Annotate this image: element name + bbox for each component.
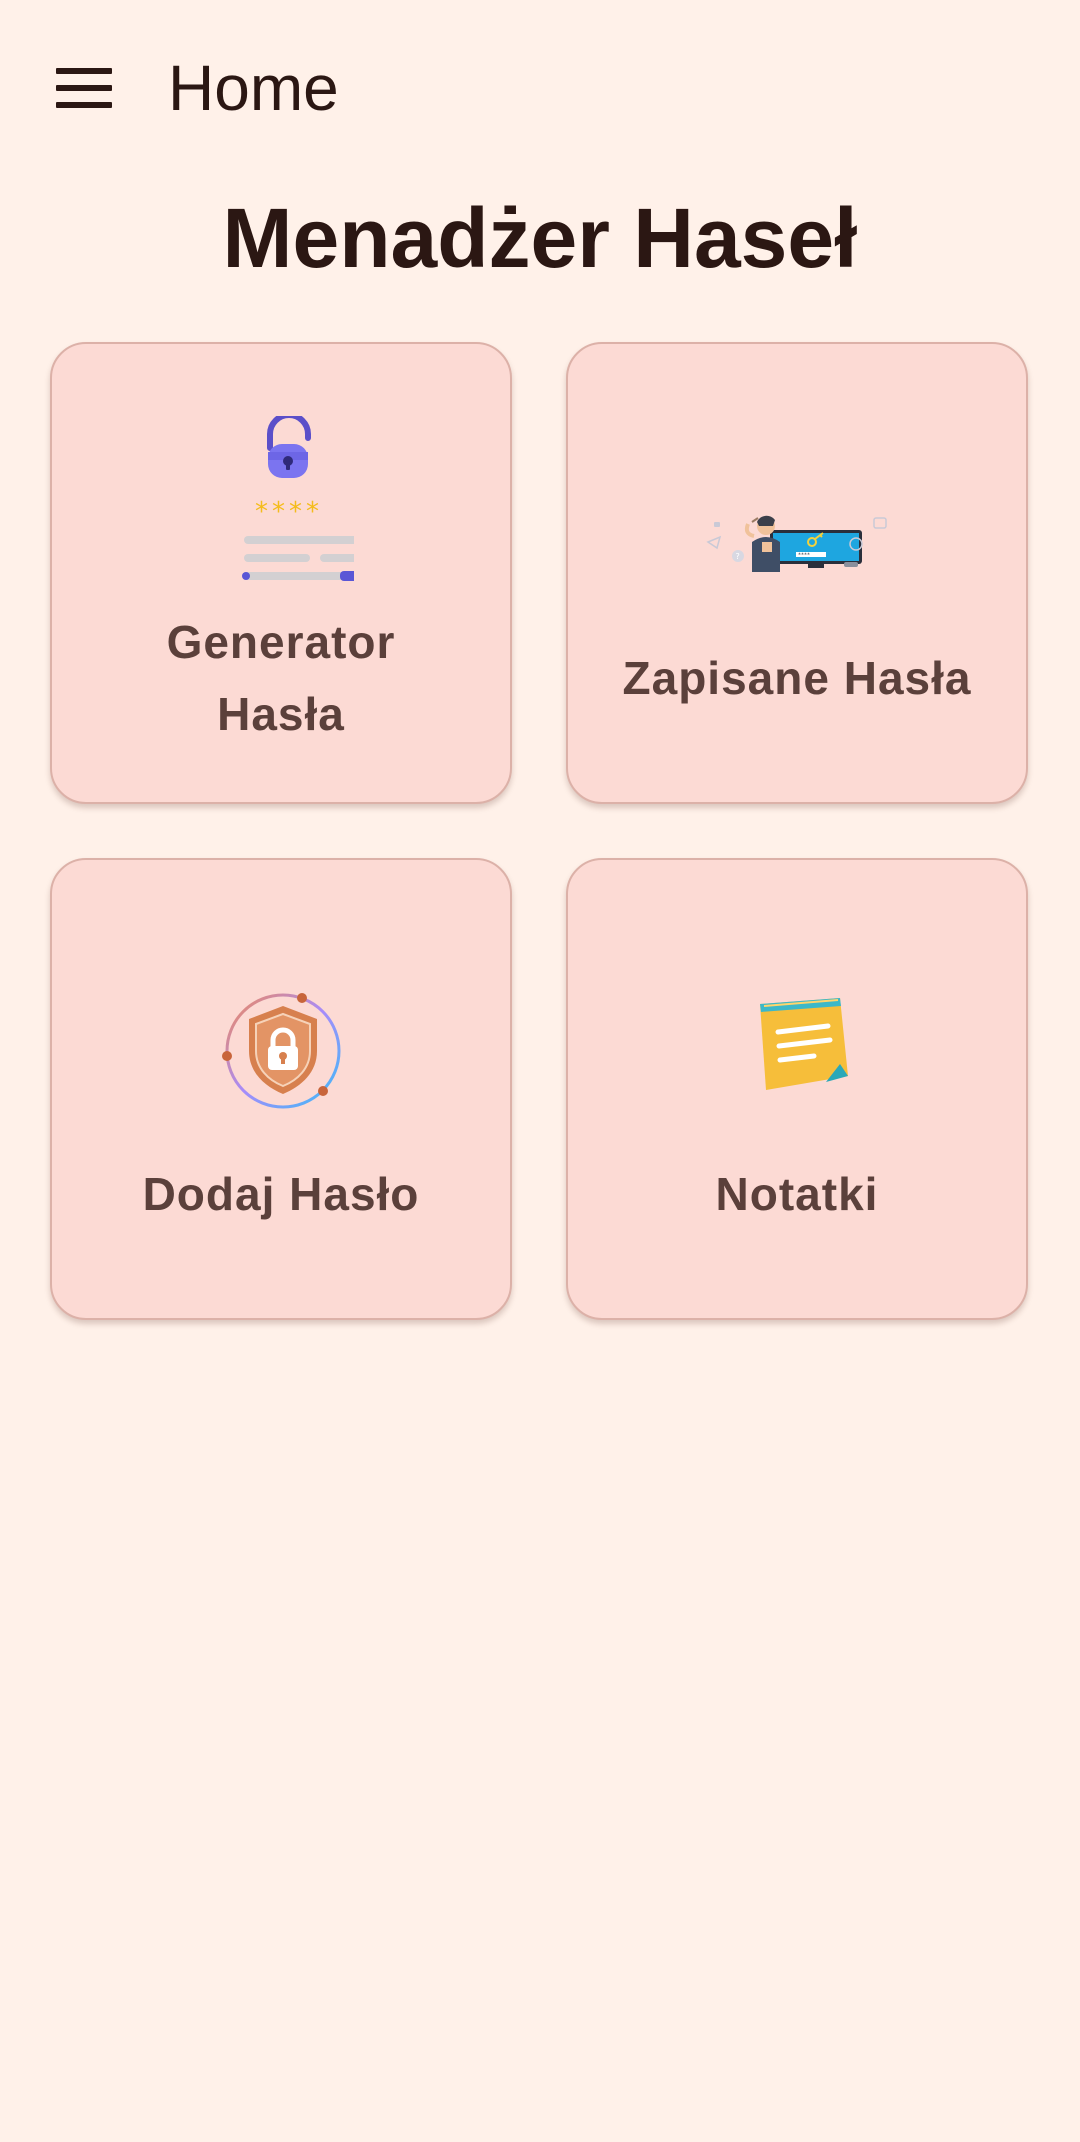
password-generator-icon: **** (242, 416, 354, 581)
page-title: Menadżer Haseł (222, 191, 858, 285)
menu-button[interactable] (28, 36, 140, 140)
svg-text:****: **** (798, 553, 810, 559)
svg-text:?: ? (736, 552, 740, 561)
add-password-card[interactable]: Dodaj Hasło (50, 858, 512, 1320)
notes-card[interactable]: Notatki (566, 858, 1028, 1320)
saved-passwords-card[interactable]: ? **** Zapisane Hasła (566, 342, 1028, 804)
top-app-bar: Home (0, 0, 1080, 176)
card-label: Notatki (715, 1168, 879, 1220)
password-generator-card[interactable]: **** Generator Hasła (50, 342, 512, 804)
hamburger-menu-icon (56, 68, 112, 108)
svg-text:****: **** (255, 497, 323, 527)
card-label-line1: Generator (166, 616, 396, 668)
app-bar-title: Home (168, 52, 339, 124)
card-label: Dodaj Hasło (142, 1168, 420, 1220)
saved-passwords-illustration-icon: ? **** (706, 515, 887, 572)
sticky-note-icon (760, 998, 848, 1090)
shield-lock-icon (222, 993, 341, 1109)
card-label-line2: Hasła (217, 688, 345, 740)
card-label: Zapisane Hasła (622, 652, 972, 704)
